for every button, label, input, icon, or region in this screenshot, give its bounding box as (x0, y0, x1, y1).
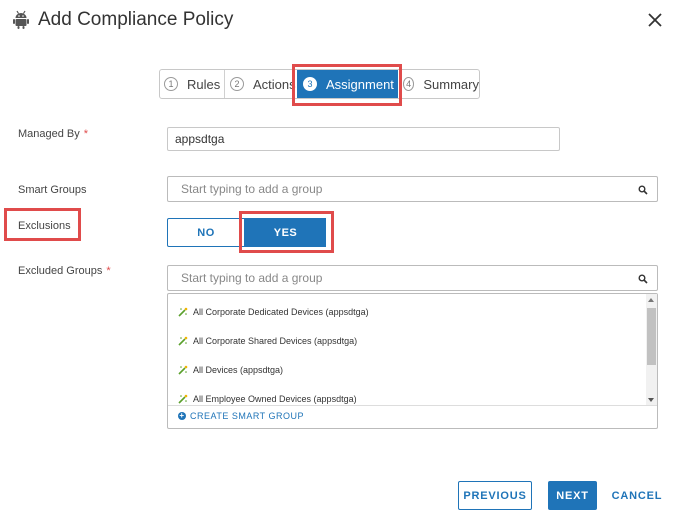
dialog-title: Add Compliance Policy (38, 9, 234, 30)
step-label: Actions (253, 76, 296, 92)
excluded-groups-placeholder: Start typing to add a group (181, 271, 323, 285)
previous-button[interactable]: PREVIOUS (458, 481, 532, 510)
group-option-label: All Devices (appsdtga) (193, 365, 284, 375)
step-label: Rules (187, 76, 221, 92)
scroll-up-icon[interactable] (648, 298, 654, 302)
step-actions[interactable]: 2 Actions (230, 70, 296, 98)
cancel-button[interactable]: CANCEL (610, 481, 664, 510)
group-option[interactable]: All Corporate Dedicated Devices (appsdtg… (178, 307, 369, 317)
smart-group-icon (178, 336, 188, 346)
exclusions-no-button[interactable]: NO (167, 218, 245, 247)
step-summary[interactable]: 4 Summary (403, 70, 479, 98)
group-option[interactable]: All Corporate Shared Devices (appsdtga) (178, 336, 357, 346)
smart-group-icon (178, 365, 188, 375)
scroll-thumb[interactable] (647, 308, 656, 365)
smart-groups-label: Smart Groups (18, 184, 87, 196)
android-icon (13, 10, 29, 29)
wizard-steps: 1 Rules 2 Actions 3 Assignment 4 Summary (159, 69, 480, 99)
smart-groups-placeholder: Start typing to add a group (181, 182, 323, 196)
group-option[interactable]: All Devices (appsdtga) (178, 365, 283, 375)
step-number: 4 (403, 77, 415, 91)
exclusions-label: Exclusions (18, 220, 71, 232)
group-option-label: All Employee Owned Devices (appsdtga) (193, 394, 357, 404)
create-smart-group-link[interactable]: + CREATE SMART GROUP (178, 411, 304, 421)
step-number: 2 (230, 77, 244, 91)
close-icon[interactable] (646, 11, 664, 29)
step-number: 1 (164, 77, 178, 91)
group-option-label: All Corporate Dedicated Devices (appsdtg… (193, 307, 369, 317)
scroll-down-icon[interactable] (648, 398, 654, 402)
excluded-groups-input[interactable]: Start typing to add a group (167, 265, 658, 291)
excluded-groups-dropdown: All Corporate Dedicated Devices (appsdtg… (167, 293, 658, 429)
step-assignment[interactable]: 3 Assignment (297, 70, 398, 98)
excluded-groups-label: Excluded Groups * (18, 265, 111, 277)
search-icon (638, 274, 648, 284)
smart-group-icon (178, 394, 188, 404)
step-number: 3 (303, 77, 317, 91)
step-rules[interactable]: 1 Rules (164, 70, 224, 98)
step-label: Assignment (326, 76, 394, 92)
exclusions-yes-button[interactable]: YES (245, 218, 326, 247)
group-option-label: All Corporate Shared Devices (appsdtga) (193, 336, 358, 346)
search-icon (638, 185, 648, 195)
plus-circle-icon: + (178, 411, 186, 420)
smart-group-icon (178, 307, 188, 317)
managed-by-label: Managed By * (18, 128, 89, 140)
create-smart-group-label: CREATE SMART GROUP (190, 411, 305, 421)
dropdown-scrollbar[interactable] (646, 294, 657, 406)
managed-by-field[interactable]: appsdtga (167, 127, 560, 151)
managed-by-value: appsdtga (175, 132, 225, 146)
smart-groups-input[interactable]: Start typing to add a group (167, 176, 658, 202)
step-label: Summary (423, 76, 479, 92)
next-button[interactable]: NEXT (548, 481, 597, 510)
group-option[interactable]: All Employee Owned Devices (appsdtga) (178, 394, 357, 404)
